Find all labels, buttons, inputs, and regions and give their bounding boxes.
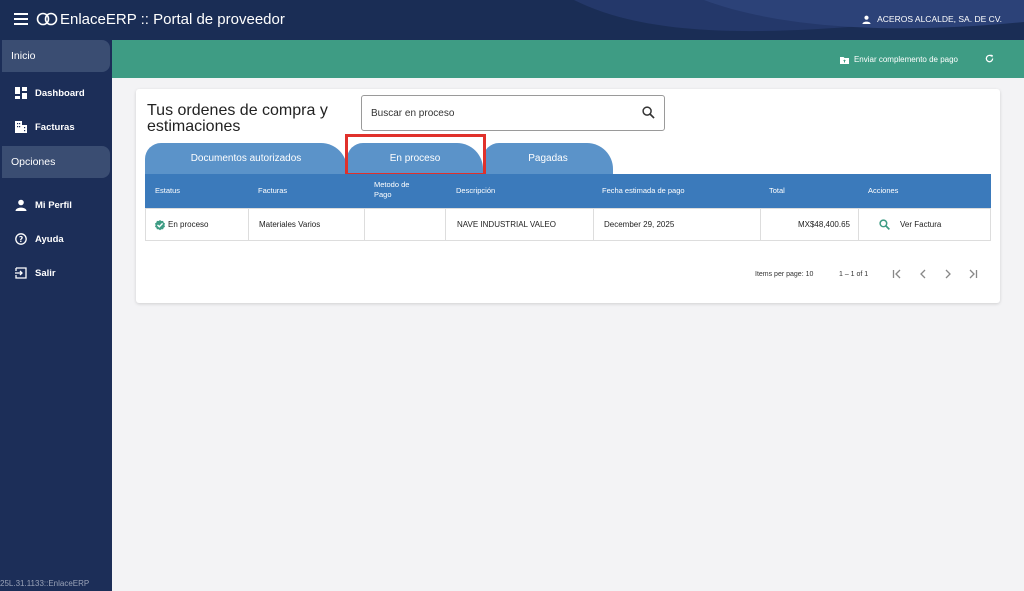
top-bar: EnlaceERP :: Portal de proveedor ACEROS … xyxy=(0,0,1024,40)
column-header-descripcion: Descripción xyxy=(456,186,496,195)
sidebar-item-label: Salir xyxy=(35,267,56,279)
total-cell: MX$48,400.65 xyxy=(761,209,859,240)
column-header-fecha: Fecha estimada de pago xyxy=(602,186,685,195)
sidebar-section-inicio: Inicio xyxy=(2,40,110,72)
search-input[interactable] xyxy=(362,96,622,130)
previous-page-icon[interactable] xyxy=(918,268,928,280)
sidebar-section-opciones: Opciones xyxy=(2,146,110,178)
svg-text:?: ? xyxy=(19,235,23,244)
sidebar-item-dashboard[interactable]: Dashboard xyxy=(0,76,112,110)
column-header-total: Total xyxy=(769,186,785,195)
building-icon xyxy=(15,121,27,133)
sidebar-item-ayuda[interactable]: ? Ayuda xyxy=(0,222,112,256)
app-title: EnlaceERP :: Portal de proveedor xyxy=(60,11,285,28)
refresh-icon[interactable] xyxy=(985,54,994,63)
column-header-estatus: Estatus xyxy=(155,186,181,195)
status-cell: En proceso xyxy=(146,209,249,240)
user-account[interactable]: ACEROS ALCALDE, SA. DE CV. xyxy=(862,14,1002,24)
active-tab-highlight xyxy=(345,134,486,176)
fecha-cell: December 29, 2025 xyxy=(594,209,761,240)
tab-pagadas[interactable]: Pagadas xyxy=(483,143,613,174)
column-header-facturas: Facturas xyxy=(258,186,288,195)
enlace-logo-icon xyxy=(36,12,58,26)
table-row[interactable]: En proceso Materiales Varios NAVE INDUST… xyxy=(145,208,991,241)
first-page-icon[interactable] xyxy=(892,268,902,280)
person-icon xyxy=(862,15,871,24)
sidebar-item-label: Ayuda xyxy=(35,233,64,245)
search-icon xyxy=(879,219,890,230)
orders-card: Tus ordenes de compra y estimaciones Doc… xyxy=(136,89,1000,303)
facturas-cell: Materiales Varios xyxy=(249,209,365,240)
sidebar-item-facturas[interactable]: Facturas xyxy=(0,110,112,144)
folder-upload-icon xyxy=(839,56,849,64)
items-per-page-select[interactable]: Items per page: 10 xyxy=(755,271,813,278)
status-text: En proceso xyxy=(168,220,209,229)
next-page-icon[interactable] xyxy=(943,268,953,280)
sidebar-item-label: Facturas xyxy=(35,121,75,133)
column-header-metodo-pago: Metodo de Pago xyxy=(374,180,410,199)
dashboard-icon xyxy=(15,87,27,99)
page-title: Tus ordenes de compra y estimaciones xyxy=(147,102,328,135)
metodo-pago-cell xyxy=(365,209,446,240)
check-circle-icon xyxy=(155,219,165,230)
view-invoice-button[interactable]: Ver Factura xyxy=(859,209,990,240)
sidebar: Inicio Dashboard Facturas Opciones Mi Pe… xyxy=(0,40,112,591)
send-payment-complement-label: Enviar complemento de pago xyxy=(853,55,958,64)
sidebar-item-label: Mi Perfil xyxy=(35,199,72,211)
person-icon xyxy=(15,199,27,211)
action-bar: Enviar complemento de pago xyxy=(112,40,1024,78)
table-header: Estatus Facturas Metodo de Pago Descripc… xyxy=(145,174,991,208)
search-box[interactable] xyxy=(361,95,665,131)
tab-documentos-autorizados[interactable]: Documentos autorizados xyxy=(145,143,347,174)
last-page-icon[interactable] xyxy=(968,268,978,280)
descripcion-cell: NAVE INDUSTRIAL VALEO xyxy=(446,209,594,240)
help-icon: ? xyxy=(15,233,27,245)
sidebar-item-salir[interactable]: Salir xyxy=(0,256,112,290)
send-payment-complement-button[interactable]: Enviar complemento de pago xyxy=(839,55,958,64)
menu-button[interactable] xyxy=(14,13,28,25)
sidebar-item-label: Dashboard xyxy=(35,87,85,99)
view-invoice-label: Ver Factura xyxy=(900,220,942,229)
user-name: ACEROS ALCALDE, SA. DE CV. xyxy=(877,14,1002,24)
search-icon[interactable] xyxy=(642,106,655,119)
version-label: 25L.31.1133::EnlaceERP xyxy=(0,579,90,588)
column-header-acciones: Acciones xyxy=(868,186,899,195)
page-range-label: 1 – 1 of 1 xyxy=(839,271,869,278)
logout-icon xyxy=(15,267,27,279)
paginator: Items per page: 10 1 – 1 of 1 xyxy=(145,261,991,281)
sidebar-item-mi-perfil[interactable]: Mi Perfil xyxy=(0,188,112,222)
